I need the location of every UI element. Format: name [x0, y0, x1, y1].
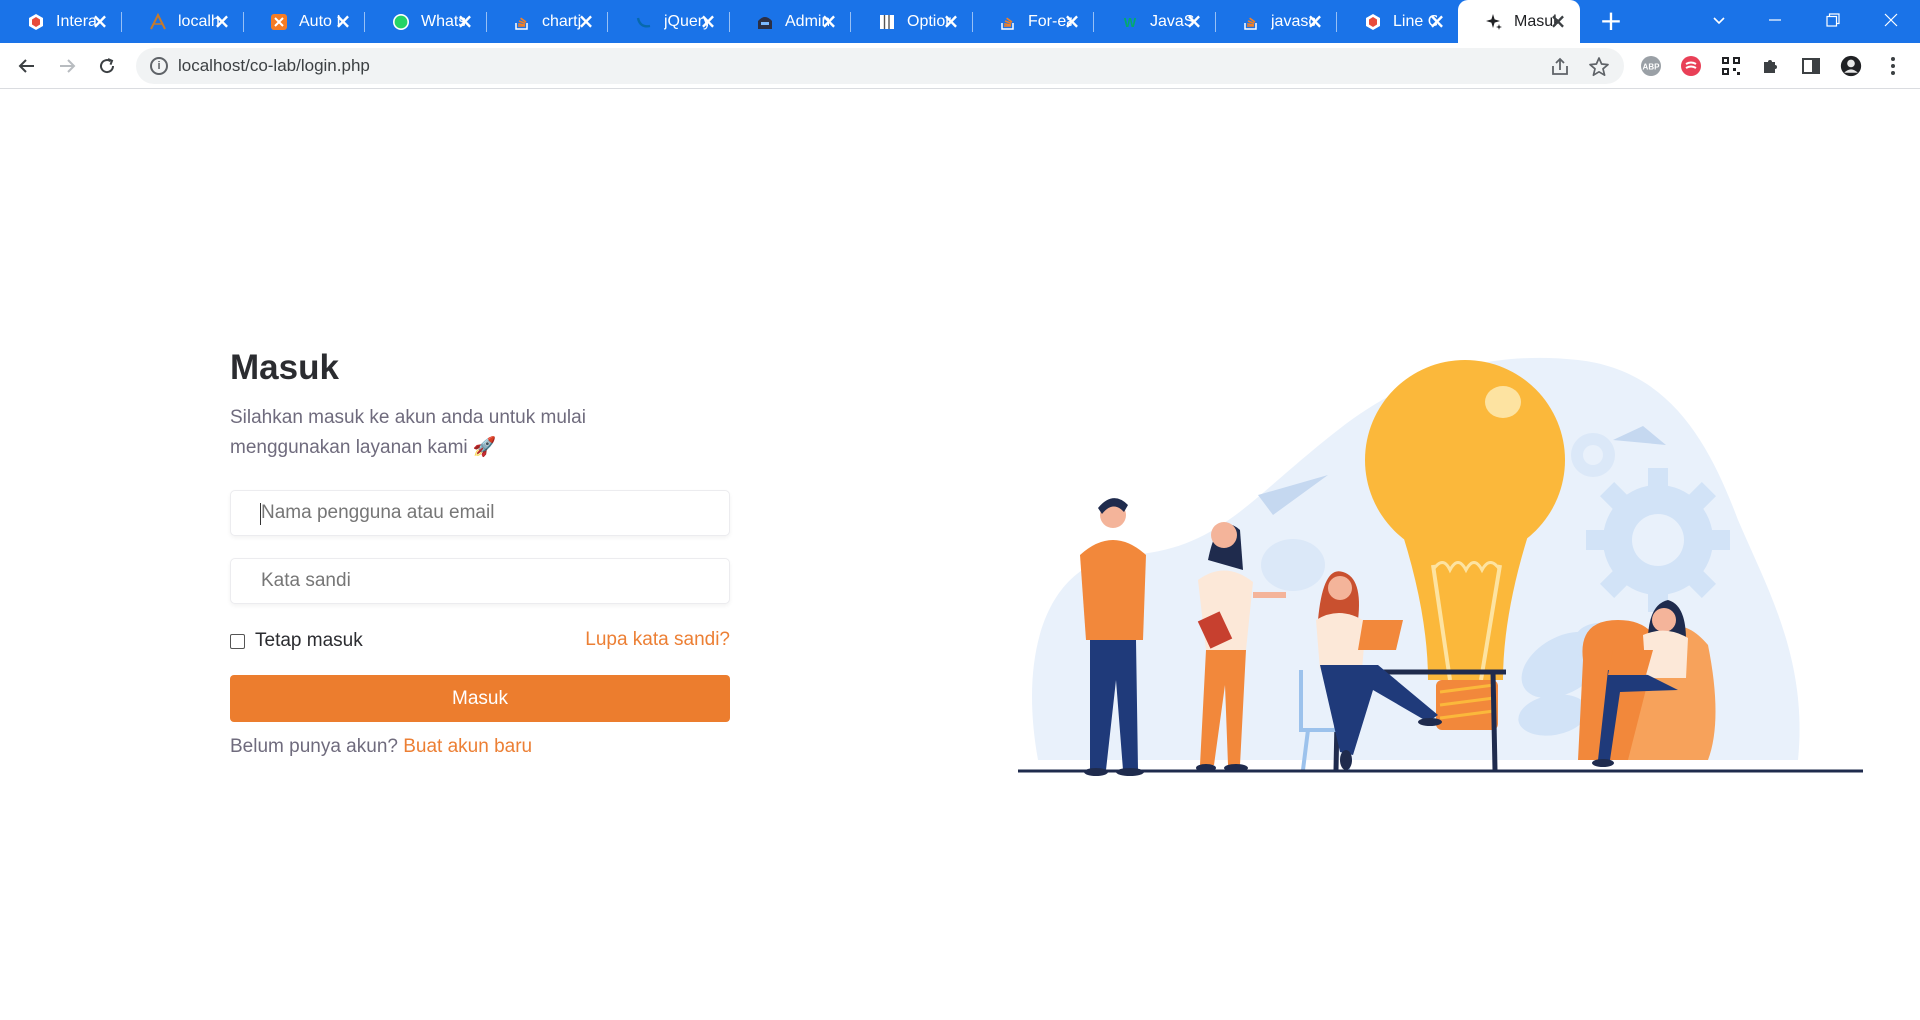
close-tab-icon[interactable]: × [455, 11, 475, 31]
svg-text:ABP: ABP [1643, 63, 1661, 72]
create-account-link[interactable]: Buat akun baru [403, 736, 532, 757]
w3schools-icon: W [1120, 12, 1140, 32]
reload-button[interactable] [92, 51, 122, 81]
stackoverflow-icon [512, 12, 532, 32]
share-icon[interactable] [1549, 56, 1571, 78]
password-input[interactable] [231, 559, 729, 603]
browser-tab[interactable]: localh × [122, 0, 244, 43]
close-tab-icon[interactable]: × [333, 11, 353, 31]
new-tab-button[interactable]: + [1597, 7, 1625, 36]
tab-search-icon[interactable] [1696, 0, 1742, 40]
close-window-icon[interactable] [1868, 0, 1914, 40]
jquery-icon [634, 12, 654, 32]
close-tab-icon[interactable]: × [698, 11, 718, 31]
close-tab-icon[interactable]: × [1062, 11, 1082, 31]
close-tab-icon[interactable]: × [1548, 11, 1568, 31]
minimize-icon[interactable] [1752, 0, 1798, 40]
close-tab-icon[interactable]: × [576, 11, 596, 31]
small-gear-icon [1571, 433, 1615, 477]
bookmark-star-icon[interactable] [1588, 56, 1610, 78]
browser-tab[interactable]: Auto I × [243, 0, 365, 43]
back-button[interactable] [12, 51, 42, 81]
login-subtitle: Silahkan masuk ke akun anda untuk mulai … [230, 407, 586, 458]
close-tab-icon[interactable]: × [941, 11, 961, 31]
speech-bubble [1261, 539, 1325, 591]
forgot-password-link[interactable]: Lupa kata sandi? [585, 629, 730, 651]
remember-label[interactable]: Tetap masuk [255, 630, 363, 652]
login-title: Masuk [230, 348, 339, 387]
book-icon [877, 12, 897, 32]
remember-checkbox[interactable] [230, 633, 245, 649]
remember-me[interactable]: Tetap masuk [230, 630, 363, 652]
close-tab-icon[interactable]: × [1427, 11, 1447, 31]
browser-tab[interactable]: jQuery × [608, 0, 730, 43]
forward-arrow-icon [60, 59, 76, 73]
svg-text:W: W [1124, 15, 1137, 30]
reload-icon [100, 58, 115, 74]
close-tab-icon[interactable]: × [90, 11, 110, 31]
signup-prompt: Belum punya akun? Buat akun baru [230, 736, 532, 758]
profile-avatar-icon[interactable] [1840, 55, 1862, 77]
stackoverflow-icon [998, 12, 1018, 32]
close-tab-icon[interactable]: × [212, 11, 232, 31]
address-url[interactable]: localhost/co-lab/login.php [178, 56, 370, 76]
forward-button[interactable] [52, 51, 82, 81]
browser-toolbar: i localhost/co-lab/login.php ABP [0, 43, 1920, 89]
text-caret [260, 503, 261, 525]
gear-icon [1586, 468, 1730, 612]
sparkle-icon [1484, 12, 1504, 32]
puzzle-icon[interactable] [1760, 55, 1782, 77]
login-submit-button[interactable]: Masuk [230, 675, 730, 722]
qr-icon[interactable] [1720, 55, 1742, 77]
page-content: Masuk Silahkan masuk ke akun anda untuk … [0, 90, 1920, 1020]
browser-tab[interactable]: Admin × [729, 0, 851, 43]
admin-mask-icon [755, 12, 775, 32]
close-tab-icon[interactable]: × [1305, 11, 1325, 31]
browser-tab[interactable]: WJavaSc× [1094, 0, 1216, 43]
username-field[interactable] [230, 490, 730, 536]
browser-tab[interactable]: Masuk × [1458, 0, 1580, 43]
abp-icon[interactable]: ABP [1640, 55, 1662, 77]
browser-tab[interactable]: javasc × [1215, 0, 1337, 43]
browser-tab[interactable]: chartj × [486, 0, 608, 43]
close-tab-icon[interactable]: × [1184, 11, 1204, 31]
back-arrow-icon [18, 59, 34, 73]
address-bar[interactable]: i localhost/co-lab/login.php [136, 48, 1624, 84]
browser-tab[interactable]: Intera × [0, 0, 122, 43]
ext-red-icon[interactable] [1680, 55, 1702, 77]
menu-kebab-icon[interactable] [1882, 55, 1904, 77]
tab-strip: Intera × localh × Auto I × Whats × chartj × jQuery… [0, 0, 1920, 43]
no-account-text: Belum punya akun? [230, 736, 398, 757]
site-info-icon[interactable]: i [150, 57, 168, 75]
browser-tab[interactable]: For-ea × [972, 0, 1094, 43]
browser-tab[interactable]: Option × [851, 0, 973, 43]
whatsapp-icon [391, 12, 411, 32]
laravel-cube-icon [1363, 12, 1383, 32]
password-field[interactable] [230, 558, 730, 604]
laravel-cube-icon [26, 12, 46, 32]
sidepanel-icon[interactable] [1800, 55, 1822, 77]
browser-tab[interactable]: Line C × [1337, 0, 1459, 43]
localhost-arch-icon [148, 12, 168, 32]
browser-tab[interactable]: Whats × [365, 0, 487, 43]
close-tab-icon[interactable]: × [819, 11, 839, 31]
username-input[interactable] [231, 491, 729, 535]
teamwork-illustration [1018, 357, 1863, 776]
restore-icon[interactable] [1810, 0, 1856, 40]
stackoverflow-icon [1241, 12, 1261, 32]
xampp-icon [269, 12, 289, 32]
